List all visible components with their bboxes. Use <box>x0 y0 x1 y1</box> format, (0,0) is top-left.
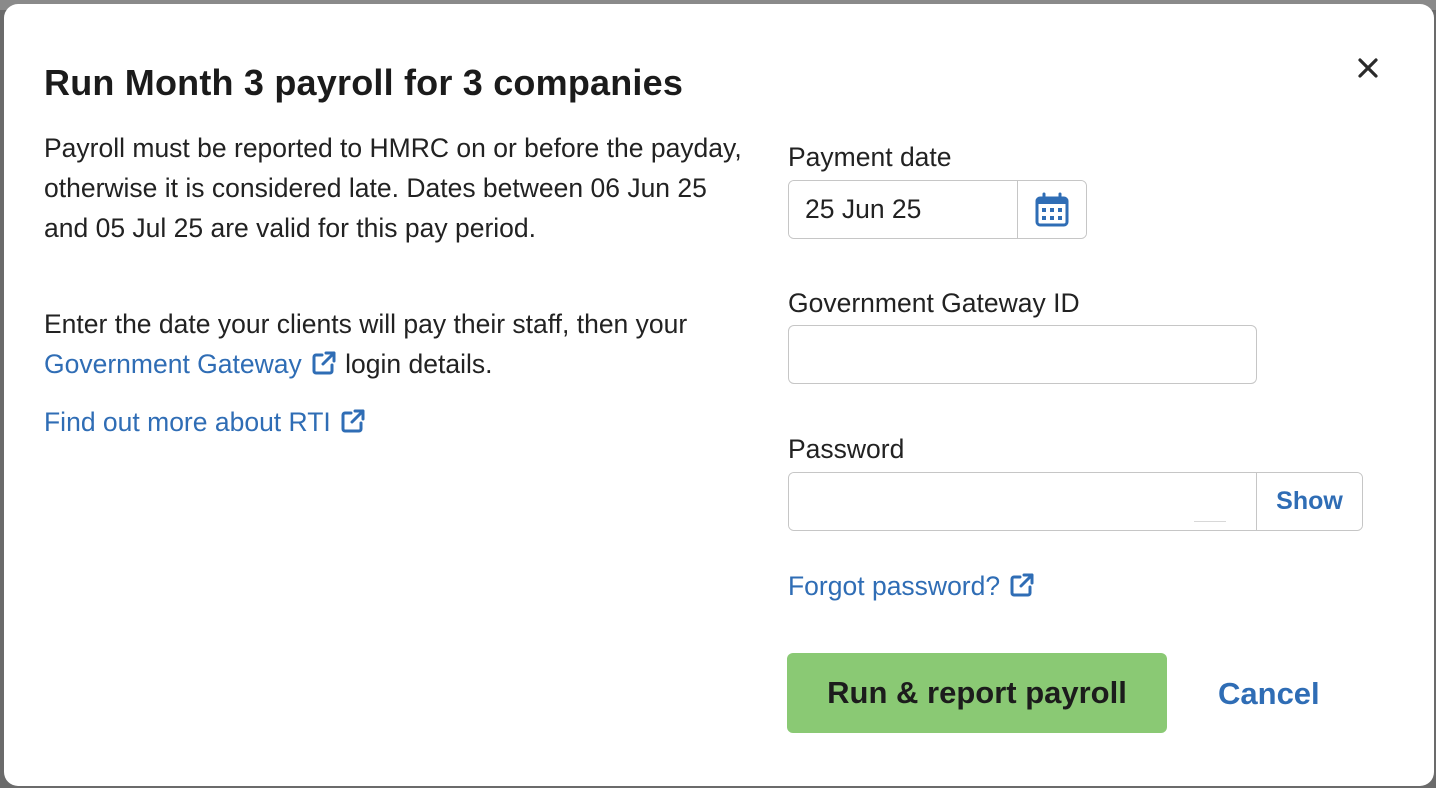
password-label: Password <box>788 434 905 464</box>
password-input-wrap <box>789 473 1256 530</box>
payment-date-input[interactable] <box>789 181 1017 238</box>
gateway-id-input[interactable] <box>788 325 1257 384</box>
run-payroll-dialog: Run Month 3 payroll for 3 companies Payr… <box>4 4 1434 786</box>
cancel-button[interactable]: Cancel <box>1200 668 1338 720</box>
external-link-icon <box>312 351 336 375</box>
rti-info-link[interactable]: Find out more about RTI <box>44 402 367 442</box>
dialog-instruction: Enter the date your clients will pay the… <box>44 304 744 384</box>
payment-date-label: Payment date <box>788 142 952 172</box>
external-link-icon <box>1010 573 1034 597</box>
password-input[interactable] <box>789 473 1256 530</box>
calendar-button[interactable] <box>1017 181 1086 238</box>
show-password-button[interactable]: Show <box>1256 473 1362 530</box>
forgot-password-link[interactable]: Forgot password? <box>788 566 1036 606</box>
dialog-title: Run Month 3 payroll for 3 companies <box>44 62 684 103</box>
instruction-prefix: Enter the date your clients will pay the… <box>44 309 688 339</box>
rti-info-link-label: Find out more about RTI <box>44 407 331 437</box>
close-button[interactable] <box>1352 52 1384 84</box>
dialog-description: Payroll must be reported to HMRC on or b… <box>44 133 742 243</box>
external-link-icon <box>341 409 365 433</box>
forgot-password-link-label: Forgot password? <box>788 571 1001 601</box>
password-input-underline <box>1194 521 1226 522</box>
government-gateway-link-label: Government Gateway <box>44 349 302 379</box>
close-icon <box>1358 58 1378 78</box>
calendar-icon <box>1035 192 1069 226</box>
payment-date-picker <box>788 180 1087 239</box>
instruction-suffix: login details. <box>345 349 493 379</box>
run-report-payroll-button[interactable]: Run & report payroll <box>787 653 1167 733</box>
government-gateway-link[interactable]: Government Gateway <box>44 349 338 379</box>
password-field-group: Show <box>788 472 1363 531</box>
gateway-id-label: Government Gateway ID <box>788 288 1080 318</box>
